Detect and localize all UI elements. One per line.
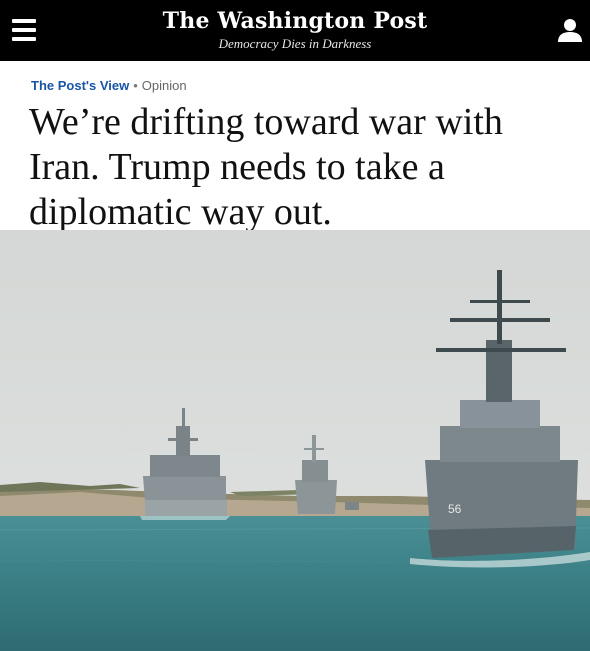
opinion-label: Opinion [141,78,187,93]
site-logo[interactable]: The Washington Post [0,7,590,35]
article-headline: We’re drifting toward war with Iran. Tru… [29,101,503,233]
section-link[interactable]: The Post's View [31,78,129,93]
top-navigation-bar: The Washington Post Democracy Dies in Da… [0,0,590,61]
user-account-icon[interactable] [556,16,584,44]
article-kicker: The Post's View • Opinion [31,78,187,94]
hero-photo: 56 [0,230,590,651]
svg-text:56: 56 [448,502,462,516]
masthead[interactable]: The Washington Post Democracy Dies in Da… [0,7,590,52]
kicker-separator: • [133,78,138,93]
site-tagline: Democracy Dies in Darkness [218,36,372,51]
